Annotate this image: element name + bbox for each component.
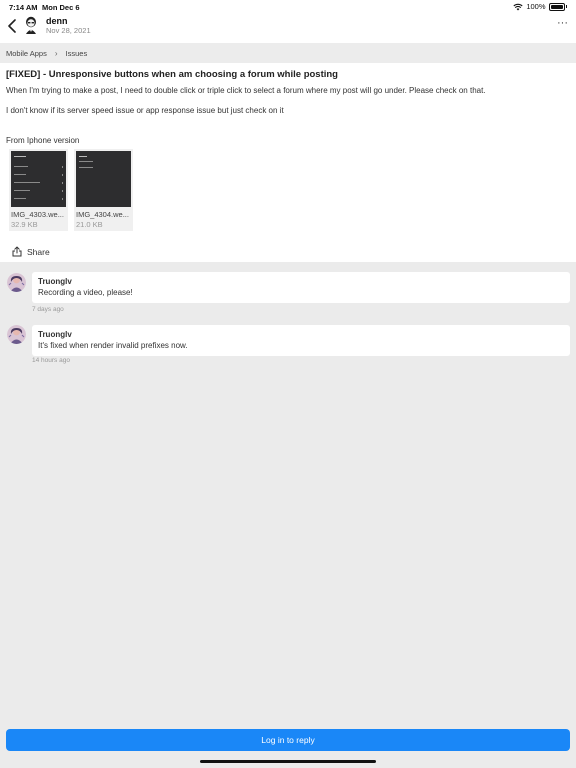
comment-card: Truonglv It's fixed when render invalid … (32, 325, 570, 356)
thread-title: [FIXED] - Unresponsive buttons when am c… (6, 69, 338, 80)
breadcrumb-item-issues[interactable]: Issues (66, 49, 88, 58)
home-indicator (200, 760, 376, 763)
post-paragraph: From Iphone version (6, 136, 80, 145)
attachment-name: IMG_4304.we... (76, 210, 129, 219)
login-to-reply-button[interactable]: Log in to reply (6, 729, 570, 751)
attachment-name: IMG_4303.we... (11, 210, 64, 219)
wifi-icon (513, 3, 523, 10)
post-paragraph: I don't know if its server speed issue o… (6, 106, 284, 115)
breadcrumb: Mobile Apps › Issues (0, 43, 576, 63)
post-paragraph: When I'm trying to make a post, I need t… (6, 86, 486, 95)
commenter-avatar[interactable] (7, 325, 26, 344)
breadcrumb-item-mobile-apps[interactable]: Mobile Apps (6, 49, 47, 58)
post-date: Nov 28, 2021 (46, 26, 91, 35)
comment-time: 14 hours ago (32, 357, 70, 364)
attachment-thumbnail (11, 151, 66, 207)
battery-tip (565, 5, 567, 8)
status-right: 100% (513, 2, 567, 11)
first-post: [FIXED] - Unresponsive buttons when am c… (0, 63, 576, 262)
breadcrumb-separator-icon: › (54, 48, 58, 58)
thread-header: denn Nov 28, 2021 ··· (0, 14, 576, 43)
commenter-avatar[interactable] (7, 273, 26, 292)
status-time: 7:14 AM (9, 3, 38, 12)
comment-time: 7 days ago (32, 306, 64, 313)
battery-icon (548, 2, 565, 11)
author-name[interactable]: denn (46, 16, 68, 26)
comment-text: Recording a video, please! (38, 288, 133, 297)
attachment-1[interactable]: IMG_4303.we... 32.9 KB (9, 149, 68, 231)
attachment-size: 21.0 KB (76, 220, 103, 229)
chevron-left-icon (8, 19, 16, 33)
attachment-thumbnail (76, 151, 131, 207)
comment-text: It's fixed when render invalid prefixes … (38, 341, 188, 350)
back-button[interactable] (5, 17, 19, 35)
attachment-size: 32.9 KB (11, 220, 38, 229)
share-icon (12, 246, 22, 257)
share-button[interactable]: Share (12, 246, 50, 257)
status-bar: 7:14 AM Mon Dec 6 100% (0, 0, 576, 14)
author-avatar[interactable] (23, 16, 39, 34)
battery-percent: 100% (526, 2, 546, 11)
comment-card: Truonglv Recording a video, please! (32, 272, 570, 303)
attachment-2[interactable]: IMG_4304.we... 21.0 KB (74, 149, 133, 231)
status-date: Mon Dec 6 (42, 3, 80, 12)
commenter-name[interactable]: Truonglv (38, 277, 72, 286)
commenter-name[interactable]: Truonglv (38, 330, 72, 339)
share-label: Share (27, 246, 50, 257)
more-options-button[interactable]: ··· (557, 17, 568, 29)
